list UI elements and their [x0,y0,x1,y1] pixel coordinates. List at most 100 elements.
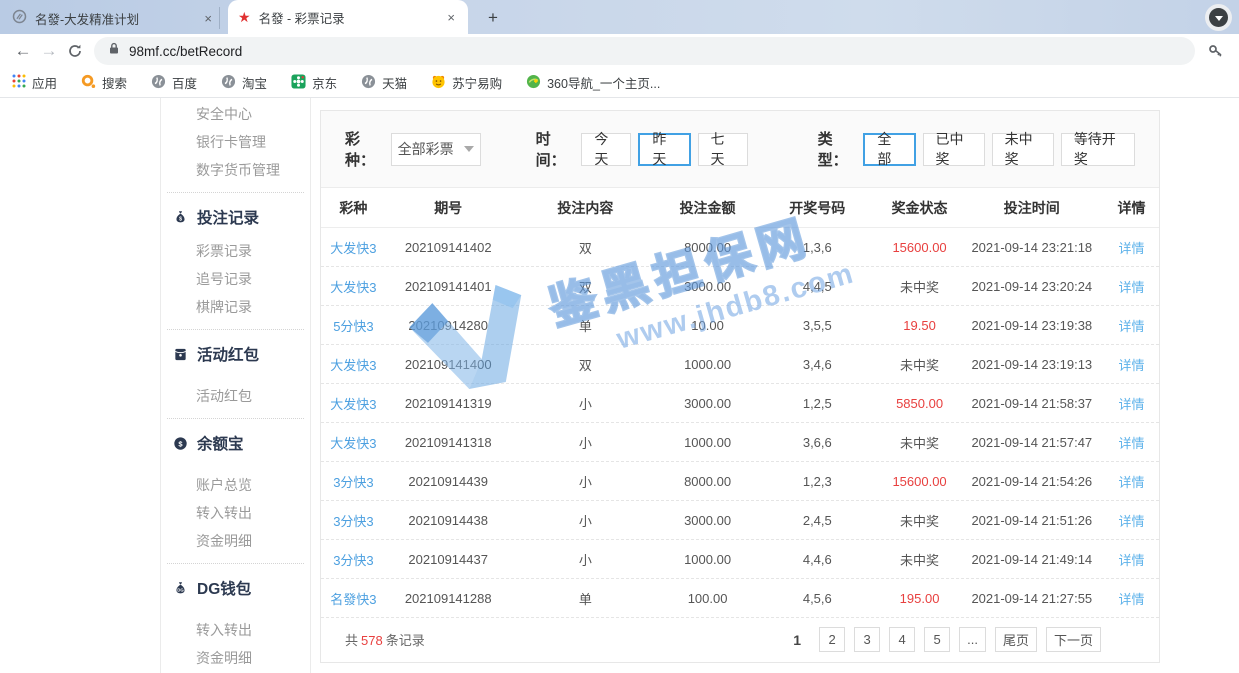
sidebar-section-bet-record[interactable]: $ 投注记录 [161,201,310,233]
prize-status: 未中奖 [880,511,960,530]
sidebar-item-transfer[interactable]: 转入转出 [161,499,310,527]
detail-link[interactable]: 详情 [1104,277,1159,296]
type-lost-button[interactable]: 未中奖 [992,133,1054,166]
detail-link[interactable]: 详情 [1104,550,1159,569]
bookmark-tmall[interactable]: 天猫 [361,73,407,92]
prize-status: 未中奖 [880,355,960,374]
sidebar-section-label: DG钱包 [197,577,251,599]
bookmark-taobao[interactable]: 淘宝 [221,73,267,92]
lottery-name-link[interactable]: 大发快3 [321,277,386,296]
lottery-name-link[interactable]: 大发快3 [321,355,386,374]
issue-number: 202109141319 [386,396,511,411]
sidebar-item-fund-detail[interactable]: 资金明细 [161,527,310,555]
lottery-name-link[interactable]: 大发快3 [321,433,386,452]
bookmark-apps[interactable]: 应用 [12,73,57,92]
sidebar-item-security-center[interactable]: 安全中心 [161,100,310,128]
filter-bar: 彩种： 全部彩票 时间： 今天 昨天 七天 类型： 全部 已中奖 未中奖 等待开… [321,111,1159,188]
bookmark-baidu[interactable]: 百度 [151,73,197,92]
refresh-button[interactable] [62,38,88,64]
tab-bet-record[interactable]: ★ 名發 - 彩票记录 × [228,0,468,34]
lottery-name-link[interactable]: 大发快3 [321,238,386,257]
lottery-name-link[interactable]: 5分快3 [321,316,386,335]
detail-link[interactable]: 详情 [1104,472,1159,491]
new-tab-button[interactable]: + [482,7,504,29]
bookmark-jd[interactable]: 京东 [291,73,337,92]
detail-link[interactable]: 详情 [1104,589,1159,608]
table-row: 大发快3 202109141319 小 3000.00 1,2,5 5850.0… [321,384,1159,423]
detail-link[interactable]: 详情 [1104,511,1159,530]
sidebar-item-digital-currency[interactable]: 数字货币管理 [161,156,310,184]
page-4-button[interactable]: 4 [889,627,915,652]
sidebar-item-board-record[interactable]: 棋牌记录 [161,293,310,321]
bookmark-suning[interactable]: 苏宁易购 [431,73,502,92]
address-bar[interactable]: 98mf.cc/betRecord [94,37,1195,65]
lottery-name-link[interactable]: 3分快3 [321,511,386,530]
sidebar-item-fund-detail[interactable]: 资金明细 [161,644,310,672]
detail-link[interactable]: 详情 [1104,316,1159,335]
table-row: 名發快3 202109141288 单 100.00 4,5,6 195.00 … [321,579,1159,618]
back-button[interactable]: ← [10,38,36,64]
column-header: 奖金状态 [880,198,960,218]
detail-link[interactable]: 详情 [1104,433,1159,452]
bet-content: 单 [511,589,661,608]
divider [167,418,304,419]
sidebar-item-account-overview[interactable]: 账户总览 [161,471,310,499]
sidebar-section-label: 余额宝 [197,432,244,454]
sidebar-item-lottery-record[interactable]: 彩票记录 [161,237,310,265]
prize-status: 未中奖 [880,433,960,452]
draw-numbers: 3,4,6 [755,357,880,372]
bet-content: 小 [511,433,661,452]
detail-link[interactable]: 详情 [1104,238,1159,257]
sidebar-section-yuebao[interactable]: $ 余额宝 [161,427,310,459]
sidebar-item-bank-card[interactable]: 银行卡管理 [161,128,310,156]
lottery-name-link[interactable]: 名發快3 [321,589,386,608]
sidebar-item-redpacket[interactable]: 活动红包 [161,382,310,410]
page-3-button[interactable]: 3 [854,627,880,652]
lottery-name-link[interactable]: 3分快3 [321,550,386,569]
sidebar-section-redpacket[interactable]: 活动红包 [161,338,310,370]
nav360-icon [526,74,541,92]
draw-numbers: 1,2,3 [755,474,880,489]
jd-icon [291,74,306,92]
time-today-button[interactable]: 今天 [581,133,631,166]
table-row: 大发快3 202109141402 双 8000.00 1,3,6 15600.… [321,228,1159,267]
next-page-button[interactable]: 下一页 [1046,627,1101,652]
draw-numbers: 1,3,6 [755,240,880,255]
dg-wallet-icon: DG [172,580,188,596]
bet-content: 双 [511,355,661,374]
close-tab-icon[interactable]: × [201,11,215,26]
prize-status: 未中奖 [880,277,960,296]
time-yesterday-button[interactable]: 昨天 [638,133,690,166]
lottery-name-link[interactable]: 大发快3 [321,394,386,413]
page-2-button[interactable]: 2 [819,627,845,652]
close-tab-icon[interactable]: × [444,10,458,25]
media-control-icon[interactable] [1205,4,1232,31]
issue-number: 20210914280 [386,318,511,333]
detail-link[interactable]: 详情 [1104,355,1159,374]
bookmark-360nav[interactable]: 360导航_一个主页... [526,73,660,92]
time-filter-label: 时间： [536,128,575,170]
site-favicon-icon [12,9,27,27]
detail-link[interactable]: 详情 [1104,394,1159,413]
last-page-button[interactable]: 尾页 [995,627,1037,652]
lottery-type-dropdown[interactable]: 全部彩票 [391,133,481,166]
page-ellipsis-button[interactable]: ... [959,627,986,652]
type-all-button[interactable]: 全部 [863,133,915,166]
bet-amount: 8000.00 [660,474,755,489]
star-favicon-icon: ★ [238,9,251,26]
type-won-button[interactable]: 已中奖 [923,133,985,166]
forward-button[interactable]: → [36,38,62,64]
sidebar-item-transfer[interactable]: 转入转出 [161,616,310,644]
sidebar-section-dg-wallet[interactable]: DG DG钱包 [161,572,310,604]
draw-numbers: 1,2,5 [755,396,880,411]
page-5-button[interactable]: 5 [924,627,950,652]
time-seven-days-button[interactable]: 七天 [698,133,748,166]
type-waiting-button[interactable]: 等待开奖 [1061,133,1135,166]
sidebar-item-chase-record[interactable]: 追号记录 [161,265,310,293]
bookmark-search[interactable]: 搜索 [81,73,127,92]
prize-status: 15600.00 [880,474,960,489]
tab-plan[interactable]: 名發-大发精准计划 × [8,7,220,29]
lottery-name-link[interactable]: 3分快3 [321,472,386,491]
password-key-icon[interactable] [1203,38,1229,64]
table-body: 大发快3 202109141402 双 8000.00 1,3,6 15600.… [321,228,1159,618]
